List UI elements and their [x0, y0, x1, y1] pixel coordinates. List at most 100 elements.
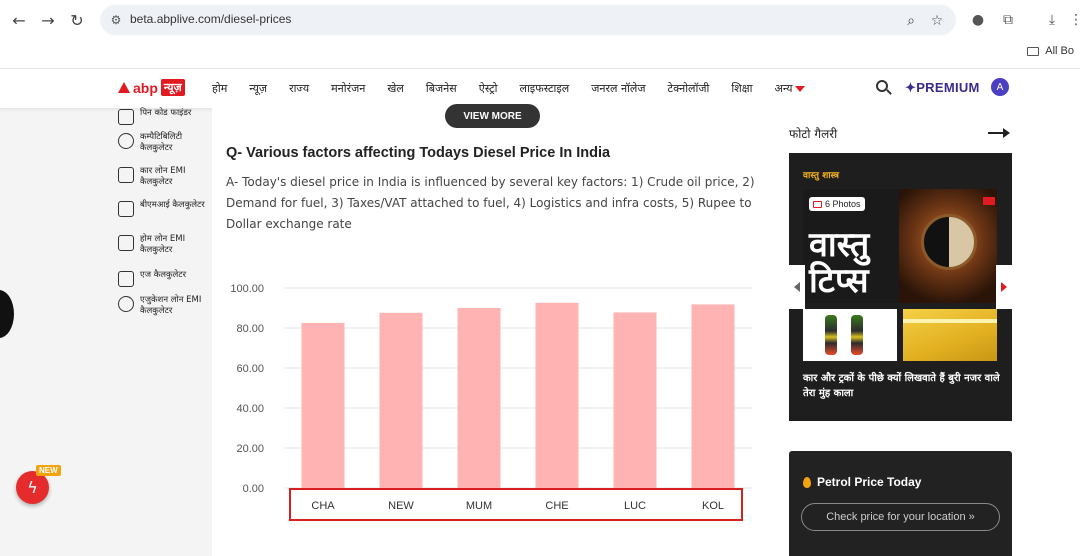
menu-item-entertainment[interactable]: मनोरंजन: [331, 81, 365, 96]
x-tick-label: CHE: [545, 500, 568, 512]
bar: [535, 302, 579, 488]
extension-icon[interactable]: ●: [968, 10, 988, 30]
gallery-main-image[interactable]: वास्तु टिप्स 6 Photos: [803, 189, 997, 303]
all-bookmarks-link[interactable]: All Bo: [1045, 45, 1074, 57]
url-text[interactable]: beta.abplive.com/diesel-prices: [130, 12, 291, 26]
photo-gallery-card[interactable]: वास्तु शास्त्र वास्तु टिप्स 6 Photos कार…: [789, 153, 1012, 421]
petrol-title-text: Petrol Price Today: [817, 475, 922, 489]
zoom-icon[interactable]: ⌕: [902, 12, 920, 30]
y-tick-label: 40.00: [236, 403, 264, 415]
menu-item-education[interactable]: शिक्षा: [731, 81, 752, 96]
tool-label: एजुकेशन लोन EMI कैलकुलेटर: [140, 295, 202, 316]
view-more-button[interactable]: VIEW MORE: [445, 104, 540, 128]
reload-icon[interactable]: ↻: [66, 9, 88, 31]
x-tick-label: LUC: [624, 500, 646, 512]
toolbar: ← → ↻ ⚙ beta.abplive.com/diesel-prices ⌕…: [0, 0, 1080, 40]
petrol-title: Petrol Price Today: [803, 475, 921, 489]
tool-label: पिन कोड फाइंडर: [140, 108, 192, 118]
y-tick-label: 60.00: [236, 363, 264, 375]
photos-count: 6 Photos: [825, 199, 861, 209]
browser-chrome: ← → ↻ ⚙ beta.abplive.com/diesel-prices ⌕…: [0, 0, 1080, 68]
chart-svg: 0.00 20.00 40.00 60.00 80.00 100.00 CHA NEW MUM C…: [230, 283, 752, 521]
gallery-caption[interactable]: कार और ट्रकों के पीछे क्यों लिखवाते हैं …: [803, 371, 1003, 401]
check-price-button[interactable]: Check price for your location »: [801, 503, 1000, 531]
x-tick-label: CHA: [311, 500, 335, 512]
menu-item-home[interactable]: होम: [212, 81, 227, 96]
menu-item-gk[interactable]: जनरल नॉलेज: [591, 81, 645, 96]
menu-item-more[interactable]: अन्य: [774, 81, 806, 96]
bar: [613, 312, 657, 488]
gallery-thumb-1[interactable]: [803, 309, 897, 361]
tool-label: कार लोन EMI कैलकुलेटर: [140, 166, 186, 187]
y-tick-label: 80.00: [236, 323, 264, 335]
home-icon: [118, 235, 134, 251]
premium-link[interactable]: ✦PREMIUM: [905, 80, 980, 96]
menu-item-states[interactable]: राज्य: [289, 81, 309, 96]
brand-badge-icon: [983, 197, 995, 205]
logo-triangle-icon: [118, 82, 130, 93]
arrow-right-icon[interactable]: [988, 128, 1010, 138]
tool-label: एज कैलकुलेटर: [140, 270, 187, 280]
y-tick-label: 0.00: [243, 483, 264, 495]
x-tick-label: MUM: [466, 500, 492, 512]
gallery-thumb-2[interactable]: [903, 309, 997, 361]
chevron-left-icon: [794, 282, 800, 292]
gallery-next-button[interactable]: [996, 265, 1012, 309]
right-sidebar: फोटो गैलरी वास्तु शास्त्र वास्तु टिप्स 6…: [774, 108, 1080, 556]
address-bar[interactable]: ⚙ beta.abplive.com/diesel-prices ⌕ ☆: [100, 5, 956, 35]
logo-abp-text: abp: [133, 79, 158, 96]
pin-search-icon: [118, 109, 134, 125]
tool-label: कम्पैटिबिलिटी कैलकुलेटर: [140, 132, 183, 153]
gallery-prev-button[interactable]: [789, 265, 805, 309]
camera-icon: [813, 200, 822, 208]
forward-arrow-icon[interactable]: →: [37, 9, 59, 31]
bar: [691, 304, 735, 488]
download-icon[interactable]: ⤓: [1042, 10, 1062, 30]
menu-item-lifestyle[interactable]: लाइफस्टाइल: [520, 81, 570, 96]
petrol-price-card: Petrol Price Today Check price for your …: [789, 451, 1012, 556]
tool-education-loan[interactable]: एजुकेशन लोन EMI कैलकुलेटर: [118, 295, 208, 317]
menu-item-astro[interactable]: ऐस्ट्रो: [479, 81, 498, 96]
tool-compatibility[interactable]: कम्पैटिबिलिटी कैलकुलेटर: [118, 132, 208, 154]
puzzle-icon[interactable]: ⧉: [998, 10, 1018, 30]
fuel-drop-icon: [803, 476, 811, 488]
menu-item-technology[interactable]: टेक्नोलॉजी: [668, 81, 710, 96]
tool-car-loan[interactable]: कार लोन EMI कैलकुलेटर: [118, 166, 208, 188]
bookmark-star-icon[interactable]: ☆: [928, 12, 946, 30]
x-axis-highlight-box: [289, 488, 743, 521]
new-badge: NEW: [36, 465, 61, 476]
caret-down-icon: [795, 86, 806, 92]
bar: [457, 308, 501, 488]
tool-bmi[interactable]: बीएमआई कैलकुलेटर: [118, 200, 208, 217]
car-icon: [118, 167, 134, 183]
menu-item-sports[interactable]: खेल: [387, 81, 403, 96]
heart-calculator-icon: [118, 133, 134, 149]
gallery-category[interactable]: वास्तु शास्त्र: [803, 168, 839, 181]
yin-yang-image: [921, 214, 977, 270]
search-icon[interactable]: [876, 80, 892, 96]
abp-logo[interactable]: abp न्यूज़: [118, 79, 185, 96]
main-content: VIEW MORE Q- Various factors affecting T…: [212, 104, 774, 556]
menu-item-news[interactable]: न्यूज़: [249, 81, 267, 96]
diesel-price-chart: 0.00 20.00 40.00 60.00 80.00 100.00 CHA NEW MUM C…: [212, 258, 774, 528]
bar: [379, 312, 423, 488]
tool-label: होम लोन EMI कैलकुलेटर: [140, 234, 186, 255]
tool-home-loan[interactable]: होम लोन EMI कैलकुलेटर: [118, 234, 208, 256]
logo-news-text: न्यूज़: [160, 79, 185, 96]
x-tick-label: KOL: [702, 500, 724, 512]
floating-side-tab[interactable]: [0, 290, 14, 338]
y-tick-label: 20.00: [236, 443, 264, 455]
education-icon: [118, 296, 134, 312]
photos-count-badge: 6 Photos: [809, 197, 865, 211]
menu-item-business[interactable]: बिजनेस: [426, 81, 457, 96]
x-tick-label: NEW: [388, 500, 414, 512]
menu-dots-icon[interactable]: ⋮: [1066, 10, 1080, 30]
bookmarks-bar: All Bo: [1027, 40, 1080, 62]
tool-age[interactable]: एज कैलकुलेटर: [118, 270, 208, 287]
folder-icon: [1027, 46, 1040, 56]
back-arrow-icon[interactable]: ←: [8, 9, 30, 31]
main-menu: होम न्यूज़ राज्य मनोरंजन खेल बिजनेस ऐस्ट…: [212, 81, 827, 96]
avatar[interactable]: A: [991, 78, 1009, 96]
tool-pincode[interactable]: पिन कोड फाइंडर: [118, 108, 208, 125]
site-settings-icon[interactable]: ⚙: [108, 12, 124, 28]
